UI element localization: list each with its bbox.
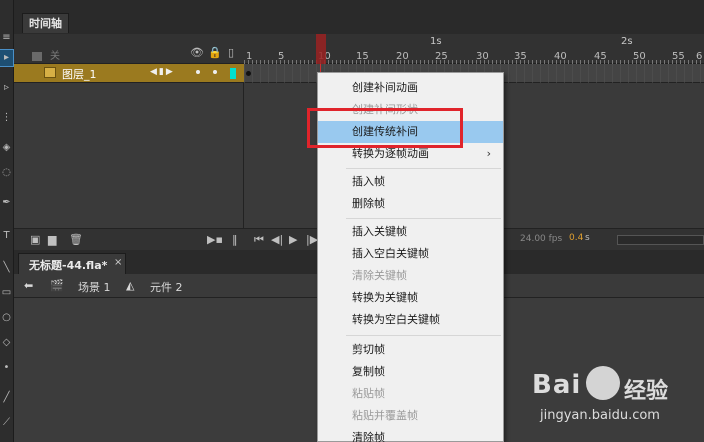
new-folder-icon[interactable]: ▆: [48, 233, 56, 246]
camera-icon[interactable]: ▶▪: [207, 233, 223, 246]
menu-icon[interactable]: ≡: [0, 30, 13, 46]
transform-tool-icon[interactable]: ⋮: [0, 110, 13, 126]
menu-item-convert-to-blank-keyframe[interactable]: 转换为空白关键帧: [318, 309, 503, 331]
lasso-tool-icon[interactable]: ◌: [0, 165, 13, 181]
breadcrumb-symbol[interactable]: 元件 2: [150, 279, 183, 295]
bone-tool-icon[interactable]: ⟋: [0, 415, 13, 431]
layer-icon: [44, 67, 56, 78]
document-tab[interactable]: 无标题-44.fla* ×: [18, 253, 126, 274]
menu-item-insert-frame[interactable]: 插入帧: [318, 171, 503, 193]
layer-frame-controls-icon[interactable]: ◀▮▶: [150, 67, 175, 77]
layer-outline-color[interactable]: [230, 68, 236, 79]
watermark: Bai 经验 jingyan.baidu.com: [528, 362, 698, 432]
layer-lock-dot[interactable]: [213, 70, 217, 74]
menu-item-insert-keyframe[interactable]: 插入关键帧: [318, 221, 503, 243]
layer-header-label: 关: [32, 47, 60, 62]
rect-tool-icon[interactable]: ▭: [0, 285, 13, 301]
timeline-panel-tabbar: 时间轴: [14, 0, 704, 34]
ruler-second-1: 1s: [430, 36, 442, 47]
pause-icon[interactable]: ‖: [232, 233, 238, 246]
new-layer-icon[interactable]: ▣: [30, 233, 40, 246]
menu-item-copy-frames[interactable]: 复制帧: [318, 361, 503, 383]
keyframe-dot[interactable]: [246, 71, 251, 76]
elapsed-time-value[interactable]: 0.4: [569, 233, 583, 243]
menu-item-delete-frame[interactable]: 删除帧: [318, 193, 503, 215]
document-title: 无标题-44.fla*: [29, 259, 108, 272]
menu-separator: [346, 168, 501, 169]
pencil-tool-icon[interactable]: ╱: [0, 390, 13, 406]
close-icon[interactable]: ×: [114, 257, 122, 268]
outline-icon[interactable]: ▯: [228, 46, 234, 59]
breadcrumb-scene[interactable]: 场景 1: [78, 279, 111, 295]
menu-item-clear-frames[interactable]: 清除帧: [318, 427, 503, 442]
selection-tool-icon[interactable]: ▸: [0, 49, 14, 67]
watermark-url: jingyan.baidu.com: [540, 408, 660, 423]
menu-separator: [346, 218, 501, 219]
timeline-header: 关 👁 🔒 ▯ 1s 2s 1 5 10 15 20 25 30 35 40 4…: [14, 34, 704, 64]
layer-row[interactable]: 图层_1 ◀▮▶: [14, 64, 244, 83]
delete-layer-icon[interactable]: 🗑: [69, 233, 83, 246]
symbol-icon: ◭: [126, 279, 135, 292]
tab-timeline[interactable]: 时间轴: [22, 13, 69, 33]
menu-item-convert-to-keyframe[interactable]: 转换为关键帧: [318, 287, 503, 309]
ruler-second-2: 2s: [621, 36, 633, 47]
oval-tool-icon[interactable]: ○: [0, 310, 13, 326]
menu-item-create-motion-tween[interactable]: 创建补间动画: [318, 77, 503, 99]
text-tool-icon[interactable]: T: [0, 228, 13, 244]
menu-item-label: 转换为逐帧动画: [352, 147, 429, 160]
elapsed-time-unit: s: [585, 233, 590, 243]
3d-tool-icon[interactable]: ◈: [0, 140, 13, 156]
go-to-first-frame-icon[interactable]: ⏮: [254, 233, 264, 247]
header-layer-text: 关: [50, 51, 60, 62]
line-tool-icon[interactable]: ╲: [0, 260, 13, 276]
playhead-handle[interactable]: [316, 34, 326, 64]
layer-list-area: [14, 83, 244, 228]
timeline-horizontal-scrollbar[interactable]: [617, 235, 704, 245]
menu-item-insert-blank-keyframe[interactable]: 插入空白关键帧: [318, 243, 503, 265]
layer-name[interactable]: 图层_1: [62, 66, 97, 82]
layer-folder-icon: [32, 51, 42, 61]
brush-tool-icon[interactable]: •: [0, 360, 13, 376]
lock-icon[interactable]: 🔒: [208, 46, 222, 59]
subselect-tool-icon[interactable]: ▹: [0, 80, 13, 96]
layer-visibility-dot[interactable]: [196, 70, 200, 74]
back-arrow-icon[interactable]: ⬅: [24, 279, 33, 292]
menu-item-paste-and-overwrite-frames[interactable]: 粘贴并覆盖帧: [318, 405, 503, 427]
frame-rate[interactable]: 24.00 fps: [520, 234, 562, 244]
menu-item-paste-frames[interactable]: 粘贴帧: [318, 383, 503, 405]
watermark-cn-text: 经验: [624, 379, 669, 404]
eye-icon[interactable]: 👁: [190, 46, 204, 59]
watermark-logo: Bai: [532, 370, 582, 400]
play-icon[interactable]: ▶: [289, 233, 297, 246]
tools-panel: ≡ ▸ ▹ ⋮ ◈ ◌ ✒ T ╲ ▭ ○ ◇ • ╱ ⟋: [0, 0, 14, 442]
annotation-highlight-box: [307, 108, 463, 148]
menu-item-clear-keyframe[interactable]: 清除关键帧: [318, 265, 503, 287]
paw-icon: [586, 366, 620, 400]
scene-clapper-icon: 🎬: [50, 279, 64, 292]
menu-item-cut-frames[interactable]: 剪切帧: [318, 339, 503, 361]
pen-tool-icon[interactable]: ✒: [0, 195, 13, 211]
polystar-tool-icon[interactable]: ◇: [0, 335, 13, 351]
frame-ruler[interactable]: 1s 2s 1 5 10 15 20 25 30 35 40 45 50 55 …: [244, 34, 704, 64]
submenu-arrow-icon: ›: [486, 147, 491, 160]
menu-separator: [346, 335, 501, 336]
step-back-icon[interactable]: ◀|: [271, 233, 283, 246]
